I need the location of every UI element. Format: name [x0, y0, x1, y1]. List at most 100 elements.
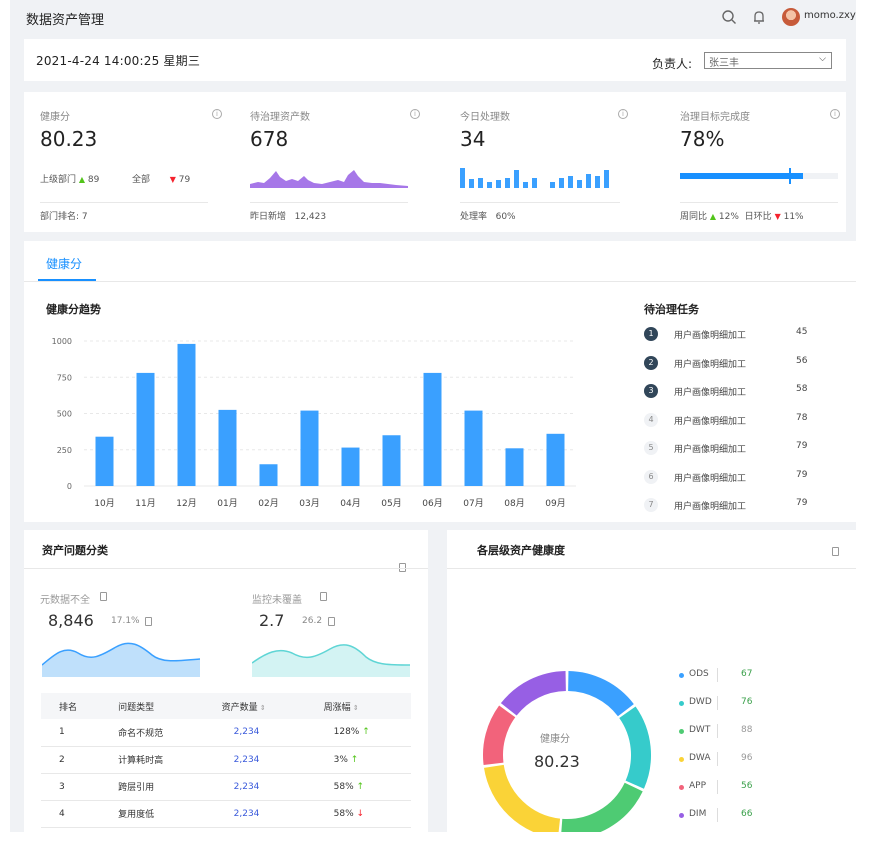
- tab-health[interactable]: 健康分: [46, 255, 82, 272]
- legend-dot: [679, 813, 684, 818]
- app-title: 数据资产管理: [26, 13, 105, 28]
- donut-slice-dwa[interactable]: [483, 764, 561, 832]
- cell-count[interactable]: 2,234: [203, 773, 306, 801]
- doc-icon[interactable]: [320, 592, 327, 601]
- up-arrow-icon: ↑: [353, 781, 365, 792]
- stat-health: 健康分 i 80.23 上级部门 ▲ 89 全部 ▼ 79 部门排名: 7: [40, 92, 222, 232]
- info-icon[interactable]: i: [212, 109, 222, 119]
- task-item[interactable]: 5 用户画像明细加工 79: [644, 439, 844, 457]
- task-value: 79: [796, 469, 808, 480]
- divider: [250, 202, 408, 203]
- table-row[interactable]: 4 复用度低 2,234 58% ↓: [41, 800, 411, 828]
- bar[interactable]: [423, 372, 442, 486]
- cell-count[interactable]: 2,234: [203, 746, 306, 774]
- task-value: 56: [796, 355, 808, 366]
- doc-icon[interactable]: [145, 617, 152, 626]
- task-item[interactable]: 1 用户画像明细加工 45: [644, 325, 844, 343]
- bar[interactable]: [505, 448, 524, 486]
- bell-icon[interactable]: [750, 8, 768, 26]
- bar[interactable]: [341, 447, 360, 486]
- today-mini-bars: [460, 168, 609, 188]
- owner-select[interactable]: 张三丰 ⌵: [704, 52, 832, 69]
- issues-panel: 资产问题分类 元数据不全 8,846 17.1% 监控未覆盖 2.7 26.2 …: [24, 530, 428, 832]
- legend-separator: [717, 808, 718, 822]
- username[interactable]: momo.zxy: [804, 10, 856, 21]
- legend-dot: [679, 673, 684, 678]
- donut-slice-dwd[interactable]: [619, 706, 651, 789]
- stat-value: 34: [460, 127, 486, 151]
- y-tick-label: 750: [57, 373, 72, 382]
- table-row[interactable]: 2 计算耗时高 2,234 3% ↑: [41, 746, 411, 774]
- legend-item-ods[interactable]: ODS 67: [679, 668, 799, 684]
- metric2-wave-chart: [252, 644, 410, 677]
- cell-count[interactable]: 2,234: [203, 800, 306, 828]
- upper-dept-label: 上级部门: [40, 175, 77, 185]
- bar[interactable]: [177, 343, 196, 486]
- all-value: 79: [178, 175, 191, 185]
- legend-item-dwa[interactable]: DWA 96: [679, 752, 799, 768]
- task-item[interactable]: 7 用户画像明细加工 79: [644, 496, 844, 514]
- doc-icon[interactable]: [328, 617, 335, 626]
- info-icon[interactable]: i: [410, 109, 420, 119]
- bar[interactable]: [546, 433, 565, 486]
- bar[interactable]: [300, 410, 319, 486]
- legend-item-dim[interactable]: DIM 66: [679, 808, 799, 824]
- x-tick-label: 01月: [217, 498, 237, 509]
- x-tick-label: 04月: [340, 498, 360, 509]
- bar[interactable]: [464, 410, 483, 486]
- divider: [460, 202, 620, 203]
- donut-slice-ods[interactable]: [567, 671, 634, 717]
- col-change[interactable]: 周涨幅 ⇕: [305, 693, 411, 719]
- col-type: 问题类型: [100, 693, 204, 719]
- health-panel: 健康分 健康分趋势 0 250 500 750 1000 10月 11月 12月 01月 02月 0…: [24, 241, 856, 522]
- task-value: 79: [796, 498, 808, 508]
- task-item[interactable]: 6 用户画像明细加工 79: [644, 468, 844, 486]
- donut-slice-dwt[interactable]: [561, 782, 643, 832]
- legend-name: APP: [689, 781, 707, 791]
- avatar[interactable]: [782, 8, 800, 26]
- legend-item-dwd[interactable]: DWD 76: [679, 696, 799, 712]
- app-window: 数据资产管理 momo.zxy 2021-4-24 14:00:25 星期三 负…: [10, 0, 856, 832]
- cell-type: 命名不规范: [100, 719, 204, 747]
- bar[interactable]: [136, 372, 155, 486]
- bar[interactable]: [95, 436, 114, 486]
- levels-panel: 各层级资产健康度 健康分 80.23 ODS 67 DWD 76 DWT 88 DWA 96 A…: [447, 530, 856, 832]
- task-item[interactable]: 2 用户画像明细加工 56: [644, 354, 844, 372]
- legend-dot: [679, 785, 684, 790]
- donut-center-value: 80.23: [534, 752, 580, 771]
- divider: [24, 568, 428, 569]
- doc-icon[interactable]: [832, 547, 839, 556]
- col-count[interactable]: 资产数量 ⇕: [203, 693, 306, 719]
- legend-item-app[interactable]: APP 56: [679, 780, 799, 796]
- sort-icon[interactable]: ⇕: [258, 704, 266, 712]
- sort-icon[interactable]: ⇕: [351, 704, 359, 712]
- yesterday-new: 昨日新增 12,423: [250, 212, 327, 222]
- owner-label: 负责人:: [652, 57, 693, 71]
- task-rank: 6: [644, 469, 658, 484]
- donut-slice-app[interactable]: [483, 705, 516, 765]
- y-tick-label: 1000: [52, 337, 72, 346]
- table-row[interactable]: 3 跨层引用 2,234 58% ↑: [41, 773, 411, 801]
- info-icon[interactable]: i: [618, 109, 628, 119]
- search-icon[interactable]: [720, 8, 738, 26]
- task-item[interactable]: 4 用户画像明细加工 78: [644, 411, 844, 429]
- donut-slice-dim[interactable]: [500, 671, 567, 716]
- cell-count[interactable]: 2,234: [203, 719, 306, 747]
- top-bar: 数据资产管理 momo.zxy: [10, 0, 856, 36]
- bar[interactable]: [218, 409, 237, 486]
- info-icon[interactable]: i: [830, 109, 840, 119]
- task-rank: 3: [644, 384, 658, 398]
- cell-type: 计算耗时高: [100, 746, 204, 774]
- down-arrow-icon: ↓: [353, 808, 365, 819]
- current-datetime: 2021-4-24 14:00:25 星期三: [36, 54, 201, 68]
- bar[interactable]: [259, 464, 278, 486]
- doc-icon[interactable]: [100, 592, 107, 601]
- cell-change: 3% ↑: [305, 746, 411, 774]
- table-row[interactable]: 1 命名不规范 2,234 128% ↑: [41, 719, 411, 747]
- x-tick-label: 03月: [299, 498, 319, 509]
- legend-separator: [717, 780, 718, 794]
- bar[interactable]: [382, 435, 401, 486]
- metric-label: 元数据不全: [40, 595, 90, 606]
- task-item[interactable]: 3 用户画像明细加工 58: [644, 382, 844, 400]
- legend-item-dwt[interactable]: DWT 88: [679, 724, 799, 740]
